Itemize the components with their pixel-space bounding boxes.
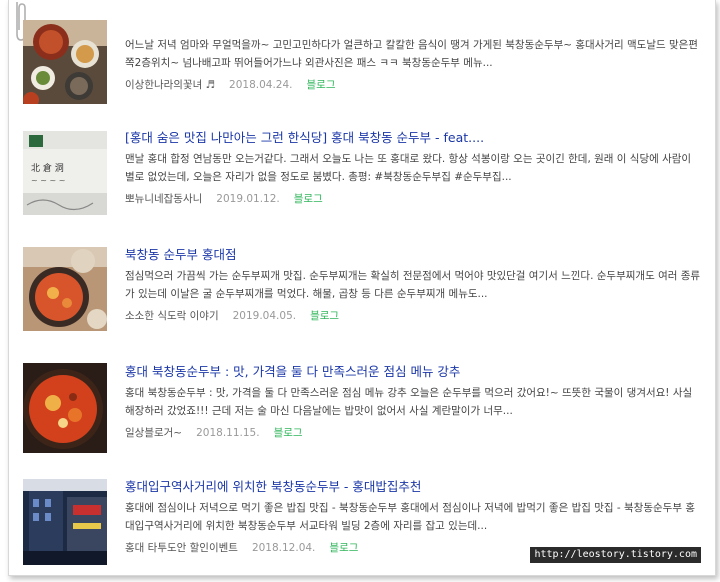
result-category[interactable]: 블로그 xyxy=(307,77,336,93)
result-category[interactable]: 블로그 xyxy=(274,425,303,441)
result-thumbnail[interactable] xyxy=(23,479,107,565)
result-title-link[interactable]: 홍대입구역사거리에 위치한 북창동순두부 - 홍대밥집추천 xyxy=(125,478,703,495)
result-meta: 일상블로거~ 2018.11.15. 블로그 xyxy=(125,425,703,441)
result-date: 2019.01.12. xyxy=(216,193,280,205)
result-category[interactable]: 블로그 xyxy=(329,540,358,556)
result-meta: 소소한 식도락 이야기 2019.04.05. 블로그 xyxy=(125,308,703,324)
list-item: 홍대 북창동순두부 : 맛, 가격을 둘 다 만족스러운 점심 메뉴 강추 홍대… xyxy=(23,362,709,462)
result-title-link[interactable]: 북창동 순두부 홍대점 xyxy=(125,246,703,263)
result-title-link[interactable]: 홍대 북창동순두부 : 맛, 가격을 둘 다 만족스러운 점심 메뉴 강추 xyxy=(125,363,703,380)
result-snippet: 어느날 저녁 엄마와 무얼먹을까~ 고민고민하다가 얼큰하고 칼칼한 음식이 땡… xyxy=(125,39,698,69)
list-item: 북창동 순두부 홍대점 점심먹으러 가끔씩 가는 순두부찌개 맛집. 순두부찌개… xyxy=(23,246,709,346)
list-item: 北 倉 洞 ~ ~ ~ ~ [홍대 숨은 맛집 나만아는 그런 한식당] 홍대 … xyxy=(23,128,709,228)
watermark-url: http://leostory.tistory.com xyxy=(530,547,701,563)
result-author[interactable]: 뽀뉴니네잡동사니 xyxy=(125,191,202,207)
result-snippet: 홍대에 점심이나 저녁으로 먹기 좋은 밥집 맛집 - 북창동순두부 홍대에서 … xyxy=(125,502,695,532)
result-thumbnail[interactable] xyxy=(23,20,107,104)
list-item: 어느날 저녁 엄마와 무얼먹을까~ 고민고민하다가 얼큰하고 칼칼한 음식이 땡… xyxy=(23,2,709,104)
result-date: 2018.04.24. xyxy=(229,79,293,91)
result-title-link[interactable]: [홍대 숨은 맛집 나만아는 그런 한식당] 홍대 북창동 순두부 - feat… xyxy=(125,129,703,146)
search-results-panel: 어느날 저녁 엄마와 무얼먹을까~ 고민고민하다가 얼큰하고 칼칼한 음식이 땡… xyxy=(8,0,716,576)
result-category[interactable]: 블로그 xyxy=(294,191,323,207)
svg-text:北 倉 洞: 北 倉 洞 xyxy=(31,162,64,174)
result-meta: 뽀뉴니네잡동사니 2019.01.12. 블로그 xyxy=(125,191,703,207)
result-date: 2018.12.04. xyxy=(251,542,316,554)
result-meta: 이상한나라의꽃녀 ♬ 2018.04.24. 블로그 xyxy=(125,77,703,93)
result-author[interactable]: 홍대 타투도안 할인이벤트 xyxy=(125,540,238,556)
result-thumbnail[interactable]: 北 倉 洞 ~ ~ ~ ~ xyxy=(23,131,107,215)
result-thumbnail[interactable] xyxy=(23,247,107,331)
result-snippet: 맨날 홍대 합정 연남동만 오는거같다. 그래서 오늘도 나는 또 홍대로 왔다… xyxy=(125,153,692,183)
result-thumbnail[interactable] xyxy=(23,363,107,453)
result-date: 2018.11.15. xyxy=(196,427,260,439)
result-author[interactable]: 이상한나라의꽃녀 ♬ xyxy=(125,77,215,93)
svg-text:~ ~ ~ ~: ~ ~ ~ ~ xyxy=(31,176,65,185)
result-author[interactable]: 소소한 식도락 이야기 xyxy=(125,308,219,324)
result-snippet: 점심먹으러 가끔씩 가는 순두부찌개 맛집. 순두부찌개는 확실히 전문점에서 … xyxy=(125,270,701,300)
result-date: 2019.04.05. xyxy=(232,310,297,322)
result-snippet: 홍대 북창동순두부 : 맛, 가격을 둘 다 만족스러운 점심 메뉴 강추 오늘… xyxy=(125,387,693,417)
result-author[interactable]: 일상블로거~ xyxy=(125,425,182,441)
result-category[interactable]: 블로그 xyxy=(310,308,339,324)
